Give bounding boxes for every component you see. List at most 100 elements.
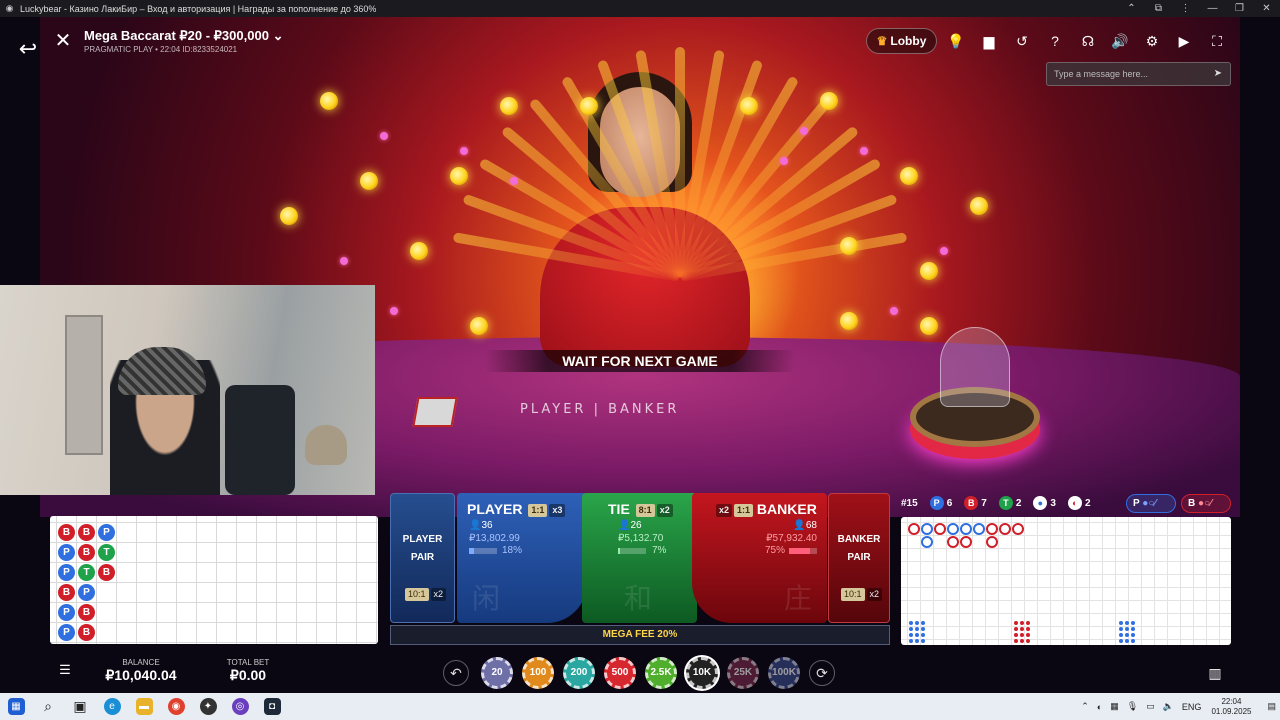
bead-road-result: T xyxy=(98,544,115,561)
chip-200[interactable]: 200 xyxy=(563,657,595,689)
player-pair-label-1: PLAYER xyxy=(402,534,443,545)
player-pair-spot[interactable]: PLAYER PAIR 10:1 x2 xyxy=(390,493,455,623)
derived-road-dot xyxy=(915,633,919,637)
chip-20[interactable]: 20 xyxy=(481,657,513,689)
backdrop-light xyxy=(820,92,838,110)
derived-road-dot xyxy=(915,627,919,631)
predict-dots-icon: ●○⁄ xyxy=(1198,498,1212,509)
derived-road-dot xyxy=(1026,633,1030,637)
wallet-icon[interactable]: ☰ xyxy=(54,659,76,681)
close-icon[interactable]: ✕ xyxy=(50,28,76,54)
system-tray: ⌃ ◐ ▦ 🎙 ▭ 🔈 ENG 22:04 01.09.2025 ▤ xyxy=(1077,693,1280,720)
minimize-icon[interactable]: — xyxy=(1199,3,1226,14)
player-pair-payout: 10:1 xyxy=(405,588,429,602)
settings-icon[interactable]: ⚙ xyxy=(1140,29,1164,53)
big-road-ring xyxy=(960,536,972,548)
mic-icon[interactable]: 🎙 xyxy=(1127,701,1138,712)
clock[interactable]: 22:04 01.09.2025 xyxy=(1211,697,1251,717)
chip-100[interactable]: 100 xyxy=(522,657,554,689)
network-icon[interactable]: ▭ xyxy=(1146,701,1155,712)
backdrop-light xyxy=(360,172,378,190)
volume-icon[interactable]: 🔈 xyxy=(1163,701,1174,712)
language-indicator[interactable]: ENG xyxy=(1182,702,1202,712)
chevron-down-icon[interactable]: ⌄ xyxy=(273,28,284,43)
banker-pair-label-1: BANKER xyxy=(837,534,881,545)
video-icon[interactable]: ▶ xyxy=(1172,29,1196,53)
close-window-icon[interactable]: ✕ xyxy=(1253,3,1280,14)
app-icon[interactable]: ✦ xyxy=(192,693,224,720)
player-percent: 18% xyxy=(502,545,523,556)
send-icon[interactable]: ➤ xyxy=(1214,63,1222,85)
windows-start-icon[interactable]: ▦ xyxy=(0,693,32,720)
statistics-icon[interactable]: ▥ xyxy=(1202,660,1228,686)
volume-icon[interactable]: 🔊 xyxy=(1108,29,1132,53)
derived-road-dot xyxy=(1131,627,1135,631)
search-icon[interactable]: ⌕ xyxy=(32,693,64,720)
chip-500[interactable]: 500 xyxy=(604,657,636,689)
big-road-ring xyxy=(1012,523,1024,535)
lobby-button[interactable]: ♛ Lobby xyxy=(866,28,937,54)
clock-time: 22:04 xyxy=(1221,696,1242,706)
chat-input[interactable]: Type a message here... ➤ xyxy=(1046,62,1231,86)
task-view-icon[interactable]: ▣ xyxy=(64,693,96,720)
backdrop-light xyxy=(470,317,488,335)
chip-25k[interactable]: 25K xyxy=(727,657,759,689)
repeat-icon[interactable]: ⟳ xyxy=(809,660,835,686)
banker-pair-label-2: PAIR xyxy=(847,552,871,563)
player-percent-bar xyxy=(469,548,497,554)
player-predict-button[interactable]: P ●○⁄ xyxy=(1126,494,1176,513)
bead-road-result: P xyxy=(58,604,75,621)
undo-icon[interactable]: ↶ xyxy=(443,660,469,686)
tray-app-icon[interactable]: ▦ xyxy=(1110,701,1119,712)
tie-percent: 7% xyxy=(652,545,667,556)
derived-road-dot xyxy=(1020,639,1024,643)
notification-icon[interactable]: ▤ xyxy=(1267,701,1276,712)
total-bet-label: TOTAL BET xyxy=(226,658,270,667)
windows-taskbar: ▦ ⌕ ▣ e ▬ ◉ ✦ ◎ ◘ ⌃ ◐ ▦ 🎙 ▭ 🔈 ENG 22:04 … xyxy=(0,693,1280,720)
support-icon[interactable]: ☊ xyxy=(1076,29,1100,53)
obs-icon[interactable]: ◎ xyxy=(224,693,256,720)
fullscreen-icon[interactable]: ⛶ xyxy=(1205,29,1229,53)
chevron-up-icon[interactable]: ⌃ xyxy=(1118,3,1145,14)
tie-spot[interactable]: TIE 8:1 x2 👤26 ₽5,132.70 7% 和 xyxy=(582,493,697,623)
player-spot[interactable]: PLAYER 1:1 x3 👤36 ₽13,802.99 18% 闲 xyxy=(457,493,587,623)
back-arrow-icon[interactable]: ↩ xyxy=(14,37,42,61)
balance-value: ₽10,040.04 xyxy=(105,667,177,683)
banker-pair-spot[interactable]: BANKER PAIR 10:1 x2 xyxy=(828,493,890,623)
derived-road-dot xyxy=(1026,639,1030,643)
edge-icon[interactable]: e xyxy=(96,693,128,720)
derived-road-dot xyxy=(1119,621,1123,625)
browser-app-icon[interactable]: ◘ xyxy=(256,693,288,720)
banker-spot[interactable]: x2 1:1 BANKER 👤68 ₽57,932.40 75% 庄 xyxy=(692,493,827,623)
restore-icon[interactable]: ❐ xyxy=(1226,3,1253,14)
lightbulb-icon[interactable]: 💡 xyxy=(944,29,968,53)
help-icon[interactable]: ? xyxy=(1043,29,1067,53)
chip-100k[interactable]: 100K xyxy=(768,657,800,689)
backdrop-light xyxy=(920,317,938,335)
derived-road-dot xyxy=(1014,621,1018,625)
history-icon[interactable]: ↺ xyxy=(1010,29,1034,53)
tie-stat: T2 xyxy=(998,496,1021,510)
bead-road-result: P xyxy=(98,524,115,541)
banker-predict-button[interactable]: B ●○⁄ xyxy=(1181,494,1231,513)
game-title[interactable]: Mega Baccarat ₽20 - ₽300,000 ⌄ xyxy=(84,28,283,44)
chrome-icon[interactable]: ◉ xyxy=(160,693,192,720)
chip-10k[interactable]: 10K xyxy=(686,657,718,689)
discard-tray xyxy=(412,397,458,427)
tray-app-icon[interactable]: ◐ xyxy=(1097,702,1102,712)
more-options-icon[interactable]: ⋮ xyxy=(1172,3,1199,14)
derived-road-dot xyxy=(1119,639,1123,643)
big-road-ring xyxy=(934,523,946,535)
tray-chevron-icon[interactable]: ⌃ xyxy=(1081,701,1089,712)
extensions-icon[interactable]: ⧉ xyxy=(1145,3,1172,14)
backdrop-light xyxy=(500,97,518,115)
tie-count: 👤26 xyxy=(618,520,642,531)
chip-2.5k[interactable]: 2.5K xyxy=(645,657,677,689)
banker-percent-bar xyxy=(789,548,817,554)
big-road[interactable] xyxy=(901,517,1231,645)
bead-road[interactable]: BPPBPPBBTPBBPTB xyxy=(50,516,378,644)
file-explorer-icon[interactable]: ▬ xyxy=(128,693,160,720)
webcam-hat xyxy=(118,347,206,395)
chat-icon[interactable]: ▆ xyxy=(977,29,1001,53)
streamer-webcam xyxy=(0,285,375,495)
